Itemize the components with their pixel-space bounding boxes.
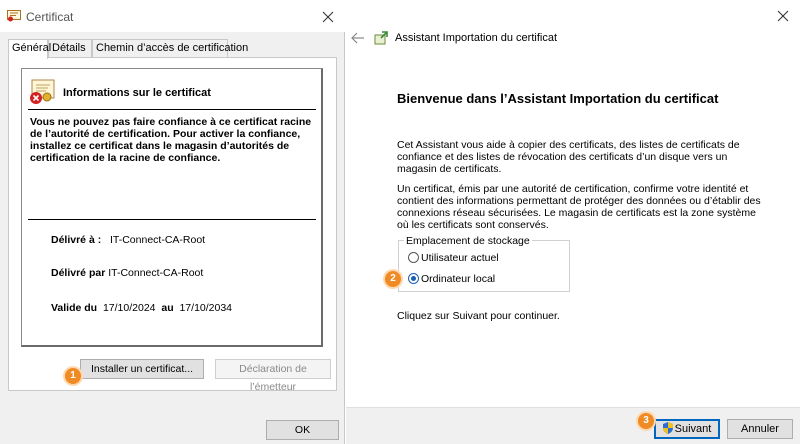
certificate-icon xyxy=(7,10,21,22)
tab-general[interactable]: Général xyxy=(8,39,51,59)
tab-certification-path[interactable]: Chemin d’accès de certification xyxy=(92,39,248,58)
issued-to-value: IT-Connect-CA-Root xyxy=(109,234,206,246)
certificate-wizard-icon xyxy=(374,31,388,45)
cancel-button[interactable]: Annuler xyxy=(727,419,793,439)
step-badge-2: 2 xyxy=(385,271,401,287)
step-badge-1: 1 xyxy=(65,368,81,384)
ok-button[interactable]: OK xyxy=(266,420,339,440)
issuer-statement-button: Déclaration de l’émetteur xyxy=(215,359,331,393)
divider xyxy=(28,219,316,220)
certificate-info-box: Informations sur le certificat Vous ne p… xyxy=(21,68,323,347)
close-icon[interactable] xyxy=(776,9,790,23)
certificate-untrusted-icon xyxy=(30,79,55,104)
issued-by-row: Délivré par IT-Connect-CA-Root xyxy=(51,267,203,279)
certificate-titlebar: Certificat xyxy=(0,0,345,32)
valid-from-label: Valide du xyxy=(51,302,98,314)
storage-location-group: Emplacement de stockage Utilisateur actu… xyxy=(398,235,570,292)
valid-to-value: 17/10/2034 xyxy=(179,302,233,314)
radio-button-icon[interactable] xyxy=(408,252,419,263)
radio-label: Utilisateur actuel xyxy=(421,252,499,264)
issued-to-label: Délivré à : xyxy=(51,234,102,246)
next-button[interactable]: Suivant xyxy=(654,419,720,439)
validity-row: Valide du 17/10/2024 au 17/10/2034 xyxy=(51,302,232,314)
radio-current-user[interactable]: Utilisateur actuel xyxy=(408,252,499,264)
tab-details[interactable]: Détails xyxy=(48,39,92,58)
wizard-description-text: Un certificat, émis par une autorité de … xyxy=(397,183,761,231)
install-certificate-button[interactable]: Installer un certificat... xyxy=(80,359,204,379)
storage-location-legend: Emplacement de stockage xyxy=(404,235,532,247)
general-tab-panel: Informations sur le certificat Vous ne p… xyxy=(8,57,337,393)
wizard-intro-text: Cet Assistant vous aide à copier des cer… xyxy=(397,139,740,175)
uac-shield-icon xyxy=(662,422,673,434)
issued-by-label: Délivré par xyxy=(51,267,106,279)
next-button-label: Suivant xyxy=(674,423,712,435)
radio-local-machine[interactable]: Ordinateur local xyxy=(408,273,495,285)
issued-to-row: Délivré à : IT-Connect-CA-Root xyxy=(51,234,205,246)
wizard-footer: Suivant Annuler xyxy=(346,407,800,444)
step-badge-3: 3 xyxy=(638,413,654,429)
divider xyxy=(28,109,316,110)
wizard-heading: Bienvenue dans l’Assistant Importation d… xyxy=(397,91,719,106)
radio-button-checked-icon[interactable] xyxy=(408,273,419,284)
valid-from-value: 17/10/2024 xyxy=(102,302,156,314)
import-wizard-window: Assistant Importation du certificat Bien… xyxy=(346,0,800,444)
certificate-window: Certificat Général Détails Chemin d’accè… xyxy=(0,0,345,444)
window-title: Certificat xyxy=(26,10,74,24)
valid-to-label: au xyxy=(161,302,174,314)
trust-warning-text: Vous ne pouvez pas faire confiance à ce … xyxy=(30,116,312,164)
close-icon[interactable] xyxy=(320,9,336,25)
radio-label: Ordinateur local xyxy=(421,273,496,285)
info-heading: Informations sur le certificat xyxy=(63,87,211,99)
wizard-title: Assistant Importation du certificat xyxy=(395,32,558,44)
back-arrow-icon[interactable] xyxy=(351,32,365,44)
issued-by-value: IT-Connect-CA-Root xyxy=(108,267,204,279)
continue-instruction: Cliquez sur Suivant pour continuer. xyxy=(397,310,560,322)
